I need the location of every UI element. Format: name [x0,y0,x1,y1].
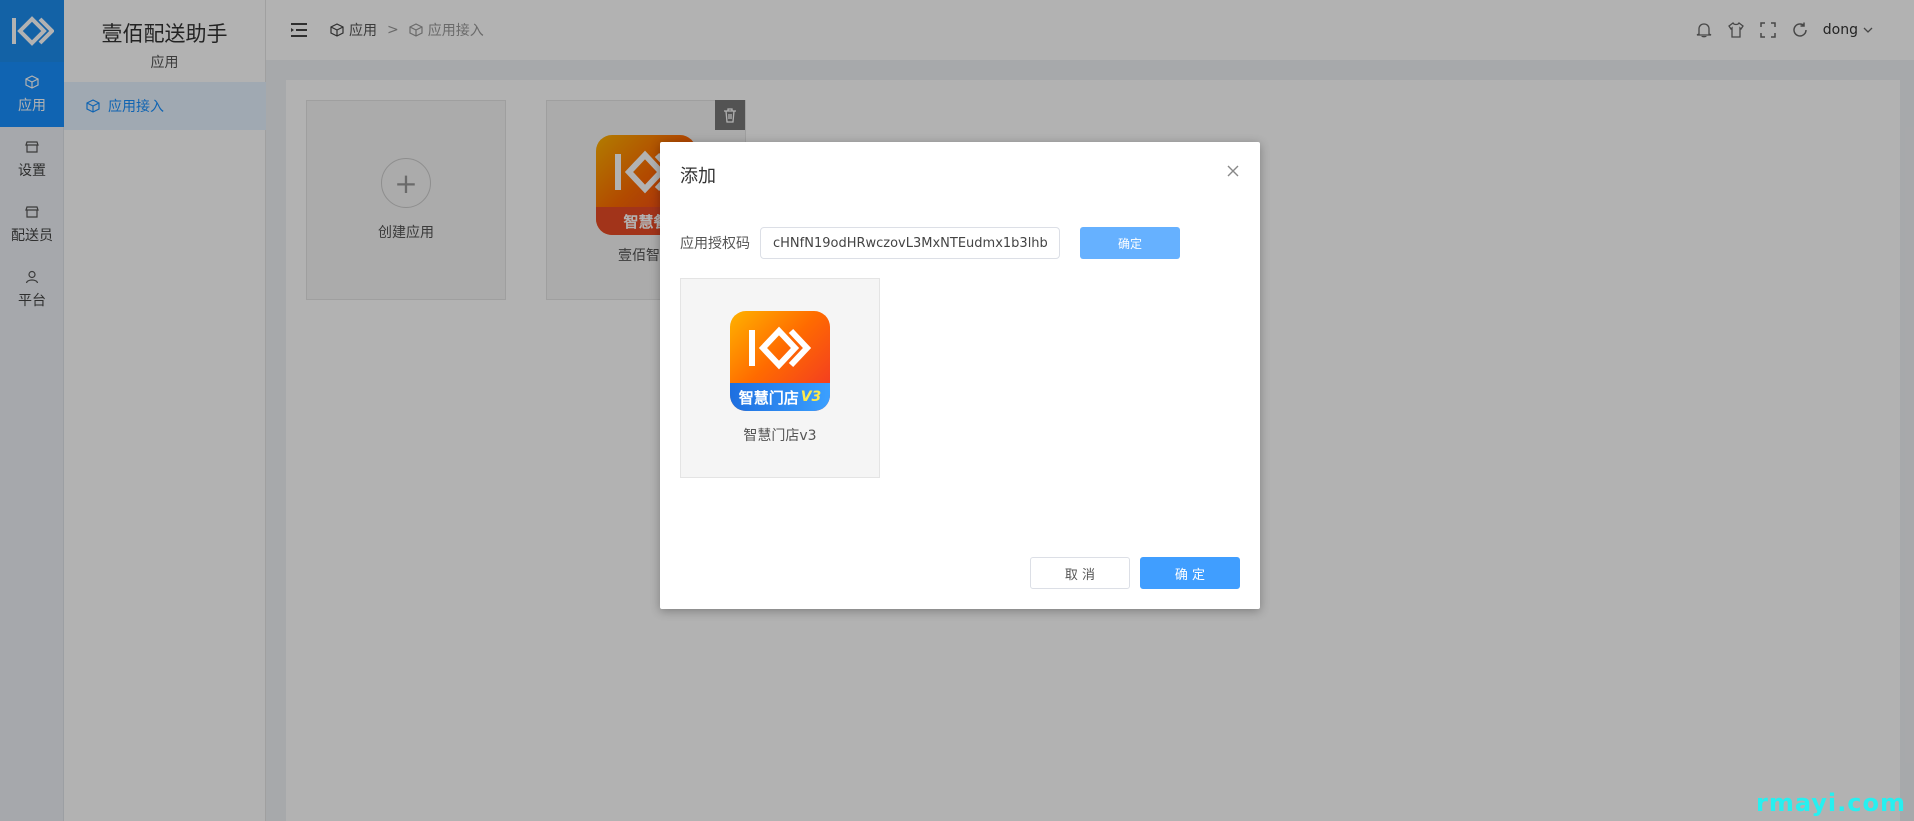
app-icon: 智慧门店 V3 [730,311,830,411]
dialog-title: 添加 [680,166,716,187]
app-preview-card[interactable]: 智慧门店 V3 智慧门店v3 [680,278,880,478]
dialog-footer: 取 消 确 定 [1030,557,1240,589]
cancel-button[interactable]: 取 消 [1030,557,1130,589]
auth-code-label: 应用授权码 [680,236,750,252]
watermark: rmayi.com [1755,789,1906,817]
ok-button[interactable]: 确 定 [1140,557,1240,589]
app-preview-name: 智慧门店v3 [743,428,817,444]
logo-icon [749,326,812,370]
app-band-text: 智慧门店 [738,388,799,407]
app-version-badge: V3 [800,389,822,405]
auth-code-input[interactable] [760,227,1060,259]
close-icon[interactable] [1226,164,1240,178]
auth-code-row: 应用授权码 确定 [680,227,1180,259]
verify-button[interactable]: 确定 [1080,227,1180,259]
add-app-dialog: 添加 应用授权码 确定 智慧门店V3 智慧门店v3 取 消 确 定 [660,142,1260,609]
app-band: 智慧门店 V3 [730,383,830,411]
